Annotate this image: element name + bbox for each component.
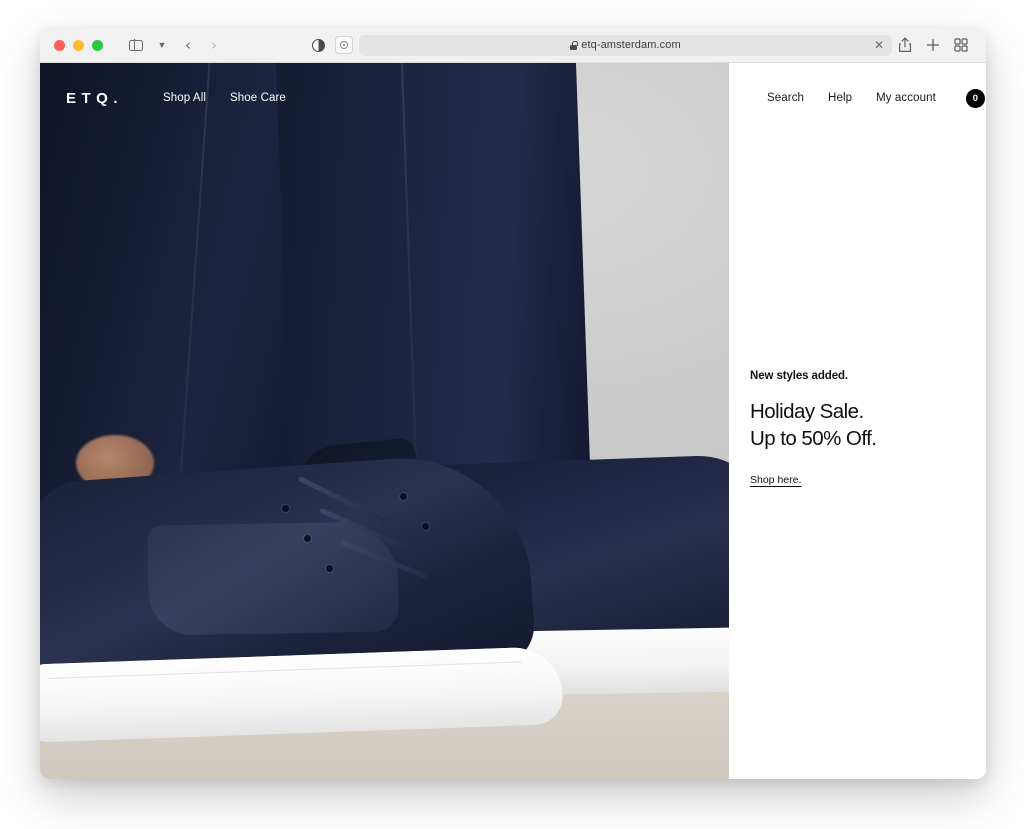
lace-eyelet: [282, 505, 289, 512]
promo-eyebrow: New styles added.: [750, 370, 849, 382]
contrast-icon: [311, 38, 325, 52]
lace-strand: [319, 507, 409, 552]
back-button[interactable]: ‹: [177, 35, 199, 55]
new-tab-button[interactable]: [926, 38, 940, 52]
sidebar-toggle-button[interactable]: [125, 35, 147, 55]
chevron-down-icon: ▼: [157, 39, 167, 50]
minimize-window-button[interactable]: [73, 39, 84, 51]
chevron-right-icon: ›: [211, 35, 217, 54]
tab-overview-icon: [954, 38, 968, 52]
page-content: ETQ. Shop All Shoe Care Search Help My a…: [40, 63, 986, 779]
promo-headline-line2: Up to 50% Off.: [750, 427, 877, 451]
shop-here-link[interactable]: Shop here.: [750, 474, 801, 486]
lace-eyelet: [304, 535, 311, 542]
close-icon[interactable]: ✕: [874, 39, 884, 51]
hero-image: ETQ. Shop All Shoe Care: [40, 63, 729, 779]
browser-toolbar: ▼ ‹ › etq-amsterdam.com ✕: [40, 28, 986, 63]
site-logo[interactable]: ETQ.: [66, 90, 123, 107]
lace-eyelet: [422, 523, 429, 530]
nav-item-shop-all[interactable]: Shop All: [163, 92, 206, 104]
lace-eyelet: [400, 493, 407, 500]
share-icon: [899, 37, 911, 52]
toolbar-right-group: [898, 37, 968, 53]
window-controls: [40, 39, 103, 51]
url-text: etq-amsterdam.com: [581, 39, 681, 51]
nav-item-help[interactable]: Help: [828, 92, 852, 104]
address-bar[interactable]: etq-amsterdam.com ✕: [359, 34, 892, 56]
promo-headline-line1: Holiday Sale.: [750, 400, 864, 423]
close-window-button[interactable]: [54, 39, 65, 51]
nav-item-shoe-care[interactable]: Shoe Care: [230, 92, 286, 104]
lock-icon: [570, 40, 578, 50]
cart-badge[interactable]: 0: [965, 88, 985, 108]
promo-block: New styles added. Holiday Sale. Up to 50…: [750, 370, 965, 488]
lace-strand: [340, 539, 428, 580]
toolbar-middle-group: [307, 35, 353, 55]
forward-button[interactable]: ›: [203, 35, 225, 55]
share-button[interactable]: [898, 37, 912, 53]
chevron-left-icon: ‹: [185, 35, 191, 54]
address-bar-content: etq-amsterdam.com: [570, 39, 681, 51]
site-header: ETQ. Shop All Shoe Care: [40, 63, 729, 133]
tab-overview-button[interactable]: [954, 38, 968, 52]
plus-icon: [926, 38, 940, 52]
browser-window: ▼ ‹ › etq-amsterdam.com ✕ ETQ. Shop All …: [40, 28, 986, 779]
primary-nav: Shop All Shoe Care: [163, 92, 286, 104]
sidebar-icon: [129, 39, 143, 51]
sidebar-dropdown-button[interactable]: ▼: [151, 35, 173, 55]
sneaker-laces: [282, 476, 540, 617]
utility-nav: Search Help My account 0: [729, 63, 986, 133]
promo-panel: Search Help My account 0 New styles adde…: [729, 63, 986, 779]
page-settings-icon[interactable]: [335, 36, 353, 54]
lace-eyelet: [326, 565, 333, 572]
reader-contrast-button[interactable]: [307, 35, 329, 55]
toolbar-left-group: ▼ ‹ ›: [125, 35, 225, 55]
promo-headline: Holiday Sale. Up to 50% Off.: [750, 398, 965, 453]
maximize-window-button[interactable]: [92, 39, 103, 51]
nav-item-search[interactable]: Search: [767, 92, 804, 104]
nav-item-my-account[interactable]: My account: [876, 92, 936, 104]
